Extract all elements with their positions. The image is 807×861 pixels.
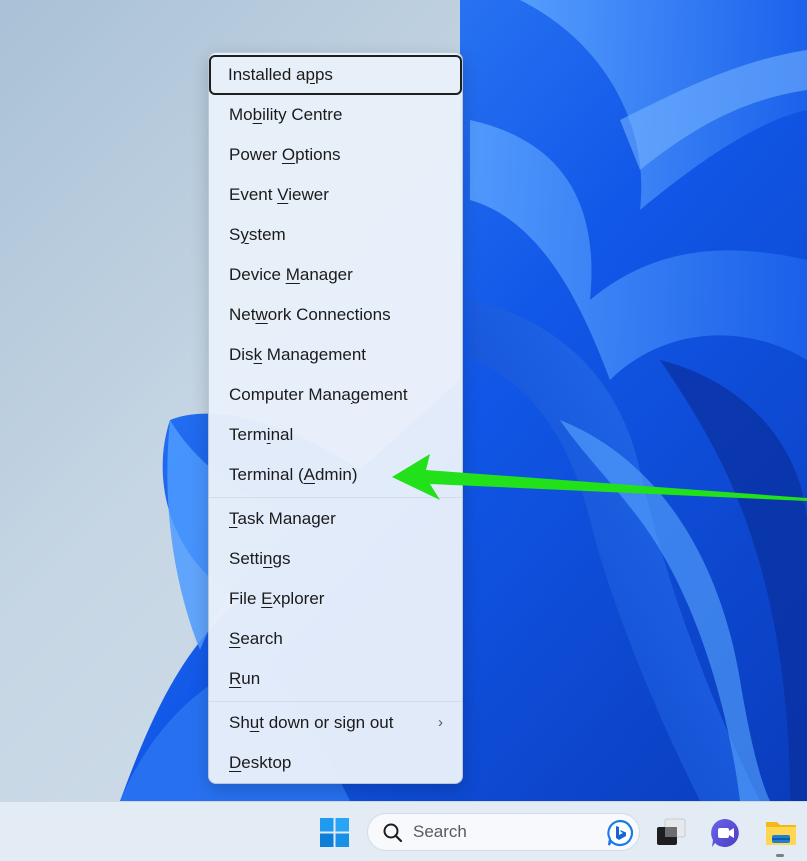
access-key: M	[285, 265, 300, 284]
menu-item-label: Net	[229, 305, 256, 324]
access-key: E	[261, 589, 273, 608]
menu-item-label: ps	[314, 65, 333, 84]
menu-item-desktop[interactable]: Desktop	[210, 743, 461, 783]
menu-item-run[interactable]: Run	[210, 659, 461, 699]
menu-item-label: earch	[240, 629, 283, 648]
menu-item-power-options[interactable]: Power Options	[210, 135, 461, 175]
access-key: V	[277, 185, 289, 204]
menu-item-system[interactable]: System	[210, 215, 461, 255]
menu-item-event-viewer[interactable]: Event Viewer	[210, 175, 461, 215]
menu-item-label: anager	[299, 265, 353, 284]
access-key: g	[350, 385, 361, 404]
menu-item-label: esktop	[241, 753, 292, 772]
menu-item-network-connections[interactable]: Network Connections	[210, 295, 461, 335]
menu-item-device-manager[interactable]: Device Manager	[210, 255, 461, 295]
menu-item-label: un	[241, 669, 261, 688]
menu-item-label: Event	[229, 185, 278, 204]
menu-item-disk-management[interactable]: Disk Management	[210, 335, 461, 375]
access-key: D	[229, 753, 242, 772]
menu-item-terminal-admin[interactable]: Terminal (Admin)	[210, 455, 461, 495]
menu-item-label: stem	[248, 225, 286, 244]
menu-item-label: gs	[272, 549, 291, 568]
taskbar: Search	[0, 801, 807, 861]
menu-item-mobility-centre[interactable]: Mobility Centre	[210, 95, 461, 135]
menu-item-label: ptions	[295, 145, 341, 164]
search-icon	[383, 823, 403, 843]
menu-item-label: Power	[229, 145, 282, 164]
menu-item-label: ility Centre	[262, 105, 343, 124]
menu-item-computer-management[interactable]: Computer Management	[210, 375, 461, 415]
winx-context-menu: Installed apps Mobility Centre Power Optio…	[208, 52, 463, 784]
taskbar-search-box[interactable]: Search	[367, 813, 640, 851]
menu-item-label: Dis	[229, 345, 254, 364]
menu-item-label: Management	[262, 345, 367, 364]
menu-item-search[interactable]: Search	[210, 619, 461, 659]
menu-item-label: iewer	[288, 185, 329, 204]
running-indicator	[776, 854, 784, 857]
menu-item-terminal[interactable]: Terminal	[210, 415, 461, 455]
menu-item-label: ork Connections	[267, 305, 391, 324]
menu-item-label: ement	[360, 385, 408, 404]
menu-item-label: dmin)	[314, 465, 358, 484]
menu-item-label: Computer Mana	[229, 385, 351, 404]
access-key: S	[229, 629, 241, 648]
start-icon[interactable]	[320, 818, 349, 847]
teams-meet-icon[interactable]	[709, 817, 741, 849]
menu-separator	[209, 497, 462, 498]
access-key: b	[252, 105, 263, 124]
bing-chat-icon[interactable]	[606, 819, 634, 847]
menu-item-label: Mo	[229, 105, 253, 124]
menu-item-label: nal	[270, 425, 294, 444]
menu-item-label: Device	[229, 265, 286, 284]
menu-item-label: S	[229, 225, 241, 244]
menu-item-label: Terminal (	[229, 465, 304, 484]
access-key: R	[229, 669, 242, 688]
menu-item-label: xplorer	[272, 589, 325, 608]
menu-item-settings[interactable]: Settings	[210, 539, 461, 579]
menu-item-task-manager[interactable]: Task Manager	[210, 499, 461, 539]
chevron-right-icon: ›	[438, 714, 443, 731]
menu-separator	[209, 701, 462, 702]
file-explorer-icon[interactable]	[765, 817, 797, 849]
menu-item-shut-down[interactable]: Shut down or sign out ›	[210, 703, 461, 743]
access-key: k	[253, 345, 263, 364]
access-key: u	[249, 713, 260, 732]
access-key: w	[255, 305, 268, 324]
access-key: y	[240, 225, 249, 244]
menu-item-label: Setti	[229, 549, 264, 568]
menu-item-label: File	[229, 589, 262, 608]
menu-item-label: t down or sign out	[259, 713, 394, 732]
menu-item-label: Term	[229, 425, 267, 444]
task-view-icon[interactable]	[655, 817, 687, 849]
menu-item-file-explorer[interactable]: File Explorer	[210, 579, 461, 619]
access-key: p	[305, 65, 315, 84]
access-key: T	[229, 509, 238, 528]
access-key: A	[303, 465, 315, 484]
menu-item-label: ask Manager	[237, 509, 336, 528]
menu-item-installed-apps[interactable]: Installed apps	[209, 55, 462, 95]
menu-item-label: Installed a	[228, 65, 306, 84]
access-key: O	[281, 145, 296, 164]
search-placeholder: Search	[413, 822, 467, 841]
access-key: n	[263, 549, 273, 568]
menu-item-label: Sh	[229, 713, 250, 732]
